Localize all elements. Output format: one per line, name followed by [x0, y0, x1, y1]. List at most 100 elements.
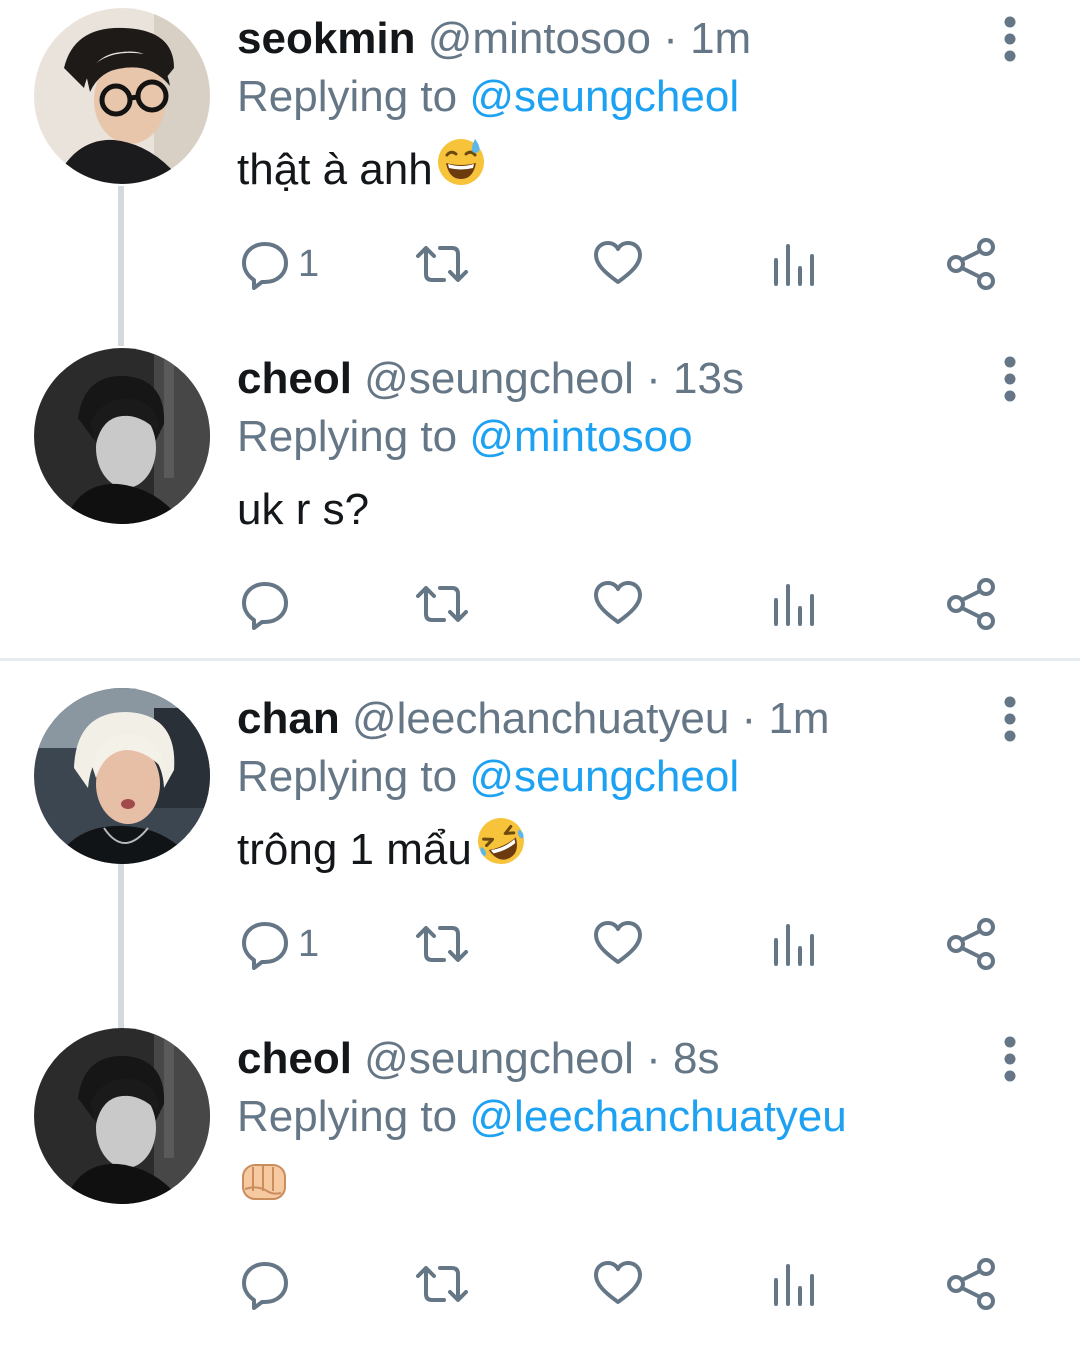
mention-link[interactable]: @mintosoo: [469, 412, 692, 461]
heart-icon: [594, 1261, 642, 1304]
reply-button[interactable]: 1: [240, 914, 319, 974]
timestamp[interactable]: 1m: [768, 694, 829, 743]
tweet-header: cheol @seungcheol · 13s: [237, 350, 744, 408]
mention-link[interactable]: @leechanchuatyeu: [469, 1092, 846, 1141]
analytics-icon: [774, 244, 814, 286]
replying-to: Replying to @seungcheol: [237, 748, 739, 806]
share-icon: [947, 238, 995, 290]
share-button[interactable]: [944, 914, 998, 974]
analytics-button[interactable]: [770, 1254, 818, 1314]
share-button[interactable]: [944, 1254, 998, 1314]
analytics-button[interactable]: [770, 914, 818, 974]
retweet-button[interactable]: [412, 574, 472, 634]
retweet-icon: [416, 586, 468, 622]
tweet-text: [237, 1158, 291, 1222]
user-handle[interactable]: @seungcheol: [364, 354, 634, 403]
display-name[interactable]: cheol: [237, 354, 352, 403]
share-button[interactable]: [944, 574, 998, 634]
separator-dot: ·: [646, 1034, 661, 1083]
more-vertical-icon[interactable]: [990, 694, 1030, 744]
reply-button[interactable]: [240, 1254, 298, 1314]
action-bar: 1: [0, 914, 1080, 974]
like-button[interactable]: [592, 1254, 644, 1314]
mention-link[interactable]: @seungcheol: [469, 72, 739, 121]
reply-icon: [242, 582, 288, 630]
timestamp[interactable]: 1m: [690, 14, 751, 63]
analytics-button[interactable]: [770, 234, 818, 294]
retweet-button[interactable]: [412, 914, 472, 974]
tweet[interactable]: chan @leechanchuatyeu · 1m Replying to @…: [0, 680, 1080, 1010]
avatar[interactable]: [34, 8, 210, 184]
tweet-text: uk r s?: [237, 478, 369, 542]
retweet-button[interactable]: [412, 1254, 472, 1314]
tweet-header: chan @leechanchuatyeu · 1m: [237, 690, 830, 748]
retweet-icon: [416, 1266, 468, 1302]
action-bar: [0, 574, 1080, 634]
tweet-text-content: trông 1 mẩu: [237, 825, 472, 874]
analytics-icon: [774, 924, 814, 966]
replying-prefix: Replying to: [237, 72, 458, 121]
action-bar: [0, 1254, 1080, 1314]
tweet-text-content: uk r s?: [237, 485, 370, 534]
like-button[interactable]: [592, 574, 644, 634]
replying-to: Replying to @leechanchuatyeu: [237, 1088, 847, 1146]
avatar[interactable]: [34, 348, 210, 524]
user-handle[interactable]: @leechanchuatyeu: [352, 694, 729, 743]
share-button[interactable]: [944, 234, 998, 294]
retweet-button[interactable]: [412, 234, 472, 294]
heart-icon: [594, 921, 642, 964]
reply-icon: [242, 922, 288, 970]
tweet-text: thật à anh: [237, 138, 487, 202]
action-bar: 1: [0, 234, 1080, 294]
heart-icon: [594, 241, 642, 284]
analytics-button[interactable]: [770, 574, 818, 634]
reply-count: 1: [298, 242, 320, 285]
user-handle[interactable]: @seungcheol: [364, 1034, 634, 1083]
share-icon: [947, 1258, 995, 1310]
display-name[interactable]: seokmin: [237, 14, 416, 63]
user-handle[interactable]: @mintosoo: [428, 14, 651, 63]
retweet-icon: [416, 926, 468, 962]
tweet[interactable]: seokmin @mintosoo · 1m Replying to @seun…: [0, 0, 1080, 330]
tweet[interactable]: cheol @seungcheol · 13s Replying to @min…: [0, 340, 1080, 670]
tweet[interactable]: cheol @seungcheol · 8s Replying to @leec…: [0, 1020, 1080, 1350]
more-vertical-icon[interactable]: [990, 354, 1030, 404]
tweet-text-content: thật à anh: [237, 145, 433, 194]
separator-dot: ·: [663, 14, 678, 63]
avatar[interactable]: [34, 1028, 210, 1204]
replying-prefix: Replying to: [237, 412, 458, 461]
grinning-sweat-emoji: [435, 135, 487, 205]
avatar[interactable]: [34, 688, 210, 864]
oncoming-fist-emoji: [237, 1157, 291, 1223]
replying-prefix: Replying to: [237, 752, 458, 801]
display-name[interactable]: cheol: [237, 1034, 352, 1083]
replying-to: Replying to @seungcheol: [237, 68, 739, 126]
more-vertical-icon[interactable]: [990, 14, 1030, 64]
reply-icon: [242, 242, 288, 290]
timestamp[interactable]: 13s: [673, 354, 744, 403]
mention-link[interactable]: @seungcheol: [469, 752, 739, 801]
analytics-icon: [774, 584, 814, 626]
share-icon: [947, 578, 995, 630]
timestamp[interactable]: 8s: [673, 1034, 719, 1083]
separator-dot: ·: [646, 354, 661, 403]
replying-to: Replying to @mintosoo: [237, 408, 693, 466]
separator-dot: ·: [741, 694, 757, 743]
reply-icon: [242, 1262, 288, 1310]
reply-count: 1: [298, 922, 320, 965]
heart-icon: [594, 581, 642, 624]
like-button[interactable]: [592, 234, 644, 294]
display-name[interactable]: chan: [237, 694, 340, 743]
retweet-icon: [416, 246, 468, 282]
rolling-laughing-emoji: [474, 814, 528, 886]
tweet-header: seokmin @mintosoo · 1m: [237, 10, 751, 68]
replying-prefix: Replying to: [237, 1092, 458, 1141]
tweet-header: cheol @seungcheol · 8s: [237, 1030, 720, 1088]
reply-button[interactable]: [240, 574, 298, 634]
analytics-icon: [774, 1264, 814, 1306]
reply-button[interactable]: 1: [240, 234, 319, 294]
conversation-divider: [0, 658, 1080, 661]
like-button[interactable]: [592, 914, 644, 974]
more-vertical-icon[interactable]: [990, 1034, 1030, 1084]
share-icon: [947, 918, 995, 970]
